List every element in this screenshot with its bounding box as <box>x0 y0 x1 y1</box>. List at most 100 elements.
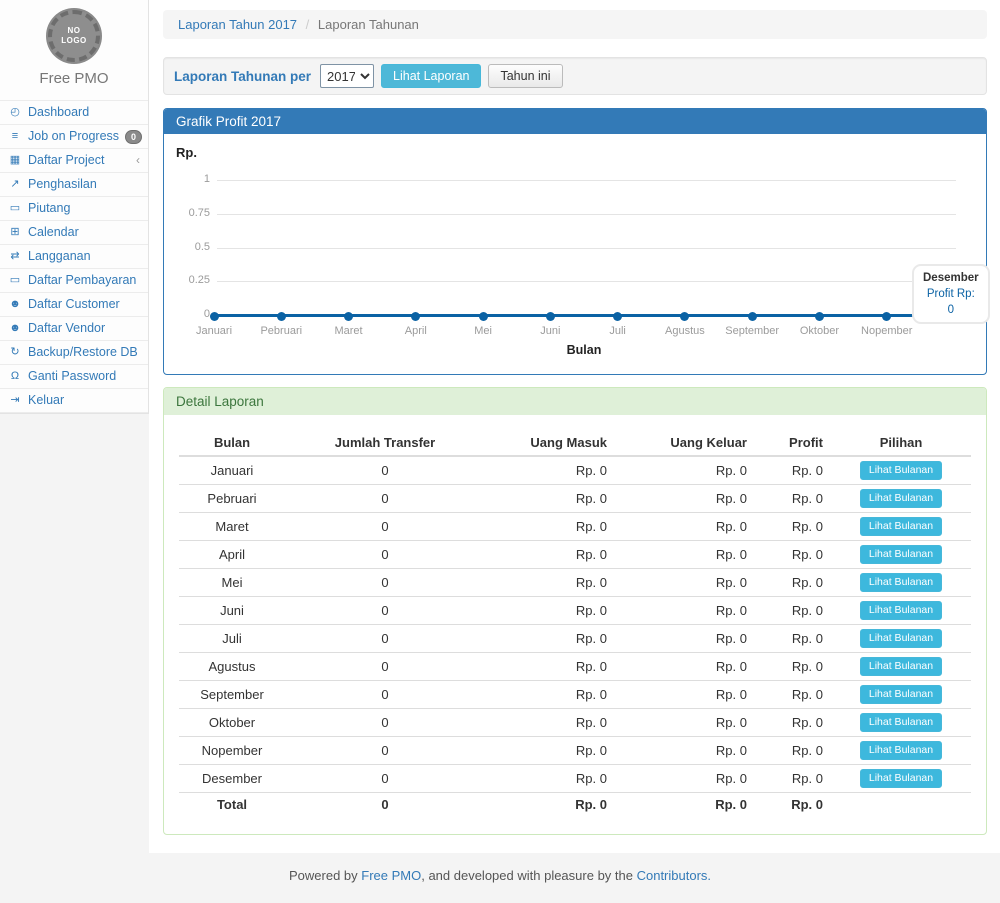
cell-profit: Rp. 0 <box>755 765 831 793</box>
no-logo-badge: NO LOGO <box>48 10 100 62</box>
view-monthly-button[interactable]: Lihat Bulanan <box>860 489 942 508</box>
sidebar-item-label: Daftar Pembayaran <box>28 273 136 288</box>
view-monthly-button[interactable]: Lihat Bulanan <box>860 517 942 536</box>
sidebar-item-daftar-project[interactable]: ▦Daftar Project‹ <box>0 149 148 173</box>
users-icon: ☻ <box>8 321 22 336</box>
view-report-button[interactable]: Lihat Laporan <box>381 64 481 88</box>
cell-uang_keluar: Rp. 0 <box>615 485 755 513</box>
cell-jumlah_transfer: 0 <box>285 597 485 625</box>
gridline <box>217 281 956 282</box>
data-point-september[interactable] <box>748 312 757 321</box>
table-rows: Januari0Rp. 0Rp. 0Rp. 0Lihat BulananPebr… <box>179 456 971 816</box>
table-row-juli: Juli0Rp. 0Rp. 0Rp. 0Lihat Bulanan <box>179 625 971 653</box>
view-monthly-button[interactable]: Lihat Bulanan <box>860 573 942 592</box>
sidebar-item-label: Daftar Project <box>28 153 104 168</box>
column-header-um: Uang Masuk <box>485 430 615 456</box>
table-row-januari: Januari0Rp. 0Rp. 0Rp. 0Lihat Bulanan <box>179 456 971 485</box>
cell-bulan: Oktober <box>179 709 285 737</box>
data-point-pebruari[interactable] <box>277 312 286 321</box>
detail-panel-title: Detail Laporan <box>164 388 986 415</box>
cell-bulan: Pebruari <box>179 485 285 513</box>
data-point-maret[interactable] <box>344 312 353 321</box>
y-tick-label: 0.5 <box>172 241 210 253</box>
sidebar-item-backup-restore-db[interactable]: ↻Backup/Restore DB <box>0 341 148 365</box>
detail-report-panel: Detail Laporan BulanJumlah TransferUang … <box>163 387 987 835</box>
sidebar-item-daftar-customer[interactable]: ☻Daftar Customer <box>0 293 148 317</box>
logo-area: NO LOGO Free PMO <box>0 0 148 100</box>
data-point-juli[interactable] <box>613 312 622 321</box>
cell-uang_masuk: Rp. 0 <box>485 597 615 625</box>
cell-actions: Lihat Bulanan <box>831 456 971 485</box>
cell-uang_keluar: Rp. 0 <box>615 569 755 597</box>
year-select[interactable]: 2017 <box>320 64 374 88</box>
sidebar-item-langganan[interactable]: ⇄Langganan <box>0 245 148 269</box>
money-icon: ▭ <box>8 201 22 216</box>
sidebar-item-label: Daftar Vendor <box>28 321 105 336</box>
cell-uang_masuk: Rp. 0 <box>485 737 615 765</box>
logo-text-line1: NO <box>68 26 81 36</box>
cell-bulan: Juni <box>179 597 285 625</box>
view-monthly-button[interactable]: Lihat Bulanan <box>860 629 942 648</box>
sidebar-item-penghasilan[interactable]: ↗Penghasilan <box>0 173 148 197</box>
cell-uang_masuk: Rp. 0 <box>485 765 615 793</box>
sidebar-item-piutang[interactable]: ▭Piutang <box>0 197 148 221</box>
cell-profit: Rp. 0 <box>755 681 831 709</box>
profit-line <box>214 314 954 317</box>
view-monthly-button[interactable]: Lihat Bulanan <box>860 657 942 676</box>
breadcrumb-link-laporan-tahun[interactable]: Laporan Tahun 2017 <box>178 17 297 32</box>
cell-jumlah_transfer: 0 <box>285 569 485 597</box>
footer-link-free-pmo[interactable]: Free PMO <box>361 868 421 883</box>
sidebar-item-daftar-vendor[interactable]: ☻ Daftar Vendor <box>0 317 148 341</box>
tasks-icon: ≡ <box>8 129 22 144</box>
footer-link-contributors[interactable]: Contributors. <box>637 868 711 883</box>
sidebar-item-ganti-password[interactable]: ΩGanti Password <box>0 365 148 389</box>
sidebar-menu: ◴Dashboard≡Job on Progress0▦Daftar Proje… <box>0 100 148 413</box>
view-monthly-button[interactable]: Lihat Bulanan <box>860 685 942 704</box>
cell-profit: Rp. 0 <box>755 653 831 681</box>
table-row-juni: Juni0Rp. 0Rp. 0Rp. 0Lihat Bulanan <box>179 597 971 625</box>
cell-jumlah_transfer: 0 <box>285 709 485 737</box>
cell-uang_masuk: Rp. 0 <box>485 709 615 737</box>
cell-uang_masuk: Rp. 0 <box>485 456 615 485</box>
sidebar-item-daftar-pembayaran[interactable]: ▭Daftar Pembayaran <box>0 269 148 293</box>
sidebar-item-keluar[interactable]: ⇥Keluar <box>0 389 148 413</box>
data-point-oktober[interactable] <box>815 312 824 321</box>
data-point-nopember[interactable] <box>882 312 891 321</box>
sidebar: NO LOGO Free PMO ◴Dashboard≡Job on Progr… <box>0 0 149 414</box>
y-tick-label: 1 <box>172 173 210 185</box>
view-monthly-button[interactable]: Lihat Bulanan <box>860 461 942 480</box>
sidebar-item-label: Penghasilan <box>28 177 97 192</box>
this-year-button[interactable]: Tahun ini <box>488 64 562 88</box>
data-point-juni[interactable] <box>546 312 555 321</box>
data-point-agustus[interactable] <box>680 312 689 321</box>
cell-actions <box>831 793 971 817</box>
view-monthly-button[interactable]: Lihat Bulanan <box>860 741 942 760</box>
table-row-agustus: Agustus0Rp. 0Rp. 0Rp. 0Lihat Bulanan <box>179 653 971 681</box>
sidebar-item-job-on-progress[interactable]: ≡Job on Progress0 <box>0 125 148 149</box>
cell-jumlah_transfer: 0 <box>285 765 485 793</box>
sidebar-item-calendar[interactable]: ⊞Calendar <box>0 221 148 245</box>
cell-uang_masuk: Rp. 0 <box>485 625 615 653</box>
view-monthly-button[interactable]: Lihat Bulanan <box>860 713 942 732</box>
view-monthly-button[interactable]: Lihat Bulanan <box>860 545 942 564</box>
view-monthly-button[interactable]: Lihat Bulanan <box>860 769 942 788</box>
filter-label: Laporan Tahunan per <box>174 69 311 84</box>
table-row-oktober: Oktober0Rp. 0Rp. 0Rp. 0Lihat Bulanan <box>179 709 971 737</box>
cell-bulan: Agustus <box>179 653 285 681</box>
calendar-icon: ⊞ <box>8 225 22 240</box>
y-tick-label: 0 <box>172 308 210 320</box>
y-tick-label: 0.75 <box>172 207 210 219</box>
y-axis-label: Rp. <box>176 145 197 160</box>
cell-profit: Rp. 0 <box>755 737 831 765</box>
data-point-januari[interactable] <box>210 312 219 321</box>
gridline <box>217 180 956 181</box>
data-point-april[interactable] <box>411 312 420 321</box>
cell-uang_keluar: Rp. 0 <box>615 681 755 709</box>
sidebar-item-dashboard[interactable]: ◴Dashboard <box>0 101 148 125</box>
cell-uang_masuk: Rp. 0 <box>485 541 615 569</box>
cell-uang_masuk: Rp. 0 <box>485 485 615 513</box>
view-monthly-button[interactable]: Lihat Bulanan <box>860 601 942 620</box>
data-point-mei[interactable] <box>479 312 488 321</box>
cell-uang_keluar: Rp. 0 <box>615 709 755 737</box>
breadcrumb: Laporan Tahun 2017 / Laporan Tahunan <box>163 10 987 39</box>
